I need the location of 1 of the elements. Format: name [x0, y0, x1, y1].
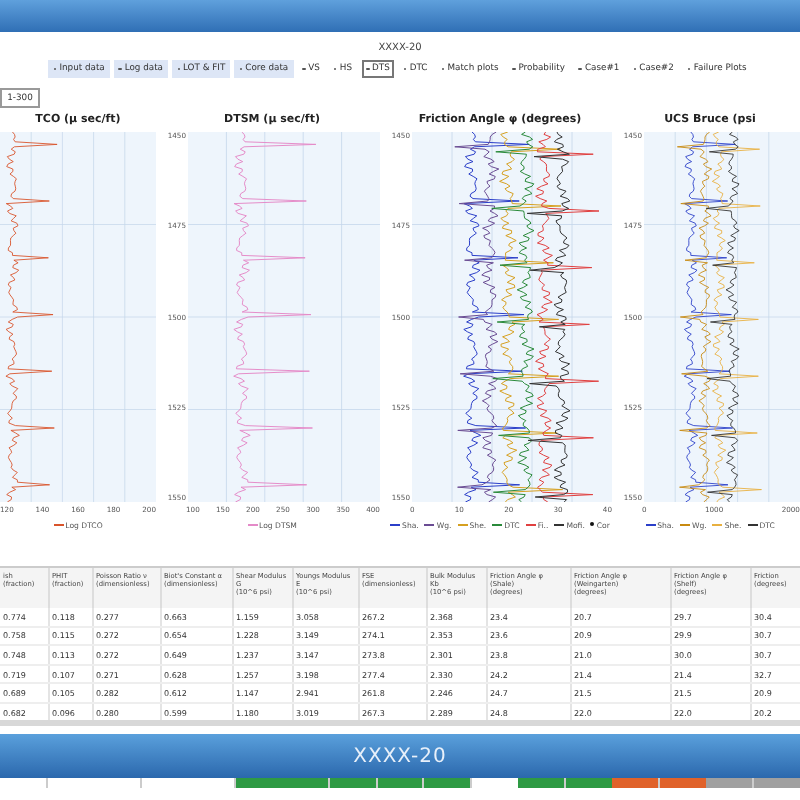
- banner-title: XXXX-20: [353, 745, 447, 767]
